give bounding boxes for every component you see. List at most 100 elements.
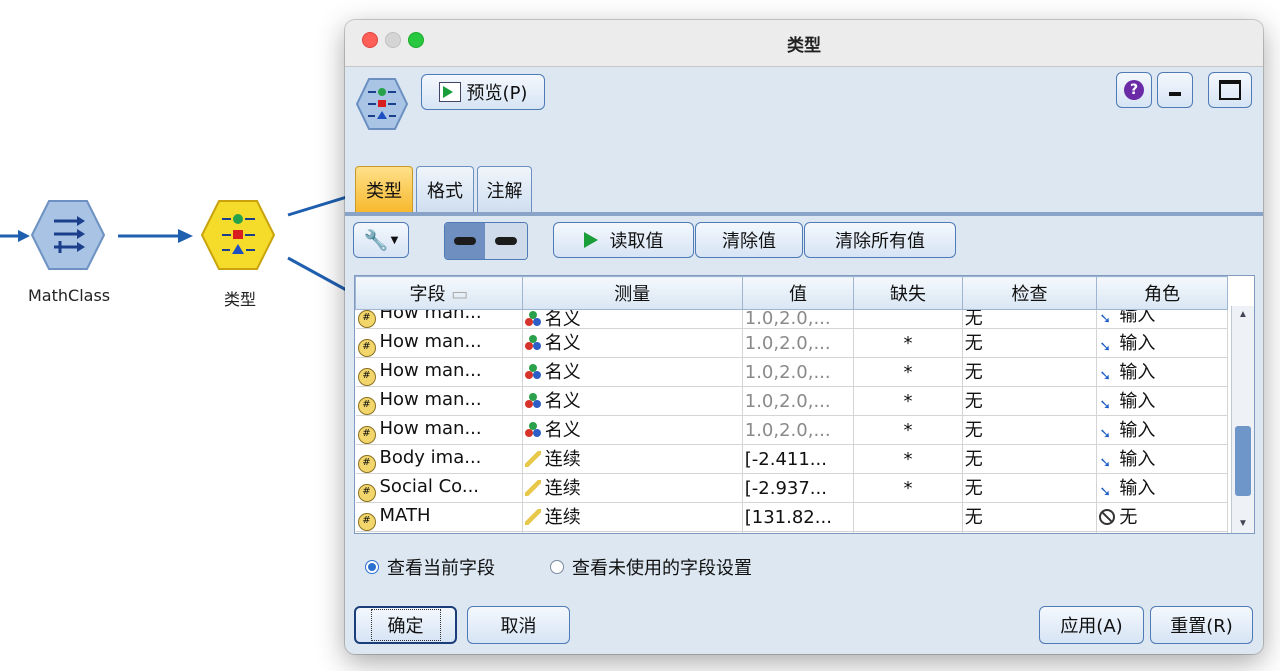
cell-missing[interactable]: * xyxy=(853,444,963,474)
nominal-measure-icon xyxy=(524,334,541,351)
cell-check[interactable]: 无 xyxy=(962,473,1098,503)
table-row[interactable]: # MATH 连续 [131.82... 无无 xyxy=(355,502,1228,532)
cell-values[interactable]: [-2.937... xyxy=(742,473,855,503)
cell-values[interactable]: [-2.411... xyxy=(742,444,855,474)
cell-field[interactable]: AMathClass xyxy=(355,531,523,533)
clear-values-button[interactable]: 清除值 xyxy=(695,222,803,258)
clear-values-label: 清除值 xyxy=(722,231,776,252)
cell-values[interactable]: 1.0,2.0,... xyxy=(742,386,855,416)
clear-all-values-button[interactable]: 清除所有值 xyxy=(804,222,956,258)
cell-check[interactable]: 无 xyxy=(962,309,1098,329)
cell-check[interactable]: 无 xyxy=(962,415,1098,445)
help-button[interactable]: ? xyxy=(1116,72,1152,108)
cell-measure[interactable]: 名义 xyxy=(522,357,743,387)
cell-values[interactable]: 1.0,2.0,... xyxy=(742,357,855,387)
cell-measure[interactable]: 名义 xyxy=(522,328,743,358)
cell-role[interactable]: ➘ 输入 xyxy=(1096,328,1228,358)
apply-button[interactable]: 应用(A) xyxy=(1039,606,1144,644)
table-row[interactable]: # How man... 名义 1.0,2.0,... 无 ➘ 输入 xyxy=(355,309,1228,329)
mathclass-node[interactable] xyxy=(30,197,106,273)
table-row[interactable]: # How man... 名义 1.0,2.0,... * 无 ➘ 输入 xyxy=(355,415,1228,445)
cell-role[interactable]: ➘ 输入 xyxy=(1096,444,1228,474)
cell-field[interactable]: # MATH xyxy=(355,502,523,532)
scroll-down-icon[interactable]: ▼ xyxy=(1232,515,1254,533)
view-current-fields-option[interactable]: 查看当前字段 xyxy=(365,554,495,580)
table-row[interactable]: # Body ima... 连续 [-2.411... * 无 ➘ 输入 xyxy=(355,444,1228,474)
cell-missing[interactable] xyxy=(853,531,963,533)
tab-type[interactable]: 类型 xyxy=(355,166,413,212)
multi-view-toggle[interactable] xyxy=(485,223,527,259)
maximize-button[interactable] xyxy=(1208,72,1252,108)
col-header-field[interactable]: 字段 ▭ xyxy=(355,276,523,310)
table-row[interactable]: # How man... 名义 1.0,2.0,... * 无 ➘ 输入 xyxy=(355,386,1228,416)
cell-values[interactable]: 1.0,2.0,... xyxy=(742,328,855,358)
cell-values[interactable]: 1.0,2.0,... xyxy=(742,309,855,329)
tab-format[interactable]: 格式 xyxy=(416,166,474,212)
cell-text: 名义 xyxy=(544,332,581,354)
cell-role[interactable]: ➘ 输入 xyxy=(1096,415,1228,445)
apply-label: 应用(A) xyxy=(1060,616,1123,637)
cell-role[interactable]: ➘ 输入 xyxy=(1096,386,1228,416)
col-header-missing[interactable]: 缺失 xyxy=(853,276,963,310)
cell-field[interactable]: # How man... xyxy=(355,415,523,445)
cell-measure[interactable]: 连续 xyxy=(522,444,743,474)
cell-field[interactable]: # How man... xyxy=(355,386,523,416)
cell-measure[interactable]: 标记 xyxy=(522,531,743,533)
cell-missing[interactable]: * xyxy=(853,473,963,503)
col-header-role[interactable]: 角色 xyxy=(1096,276,1228,310)
cell-field[interactable]: # Social Co... xyxy=(355,473,523,503)
cell-measure[interactable]: 名义 xyxy=(522,309,743,329)
cell-role[interactable]: ➘ 输入 xyxy=(1096,357,1228,387)
cell-field[interactable]: # How man... xyxy=(355,309,523,329)
cell-missing[interactable] xyxy=(853,309,963,329)
tab-annotations[interactable]: 注解 xyxy=(477,166,532,212)
cell-missing[interactable]: * xyxy=(853,415,963,445)
cell-text: 1.0,2.0,... xyxy=(744,419,831,441)
table-row[interactable]: # Social Co... 连续 [-2.937... * 无 ➘ 输入 xyxy=(355,473,1228,503)
ok-button[interactable]: 确定 xyxy=(354,606,457,644)
type-node[interactable] xyxy=(200,197,276,273)
tools-menu-button[interactable]: 🔧 ▼ xyxy=(353,222,409,258)
cell-measure[interactable]: 连续 xyxy=(522,473,743,503)
scroll-thumb[interactable] xyxy=(1235,426,1251,496)
table-scrollbar[interactable]: ▲ ▼ xyxy=(1231,306,1254,533)
cell-role[interactable]: ➘ 输入 xyxy=(1096,309,1228,329)
preview-button[interactable]: 预览(P) xyxy=(421,74,545,110)
cell-values[interactable]: 1.0,2.0,... xyxy=(742,415,855,445)
cell-check[interactable]: 无 xyxy=(962,444,1098,474)
cell-missing[interactable]: * xyxy=(853,328,963,358)
cell-check[interactable]: 无 xyxy=(962,386,1098,416)
cell-values[interactable]: 高/低 xyxy=(742,531,855,533)
cell-check[interactable]: 无 xyxy=(962,328,1098,358)
cell-text: 输入 xyxy=(1119,332,1156,354)
cell-missing[interactable]: * xyxy=(853,386,963,416)
scroll-up-icon[interactable]: ▲ xyxy=(1232,306,1254,324)
col-header-measure[interactable]: 测量 xyxy=(521,276,743,310)
cell-missing[interactable] xyxy=(853,502,963,532)
cancel-button[interactable]: 取消 xyxy=(467,606,570,644)
table-row[interactable]: # How man... 名义 1.0,2.0,... * 无 ➘ 输入 xyxy=(355,328,1228,358)
cell-check[interactable]: 无 xyxy=(962,357,1098,387)
cell-missing[interactable]: * xyxy=(853,357,963,387)
cell-check[interactable]: 无 xyxy=(962,531,1098,533)
view-unused-fields-option[interactable]: 查看未使用的字段设置 xyxy=(550,554,752,580)
cell-check[interactable]: 无 xyxy=(962,502,1098,532)
cell-role[interactable]: 目标 xyxy=(1096,531,1228,533)
cell-field[interactable]: # How man... xyxy=(355,328,523,358)
cell-field[interactable]: # Body ima... xyxy=(355,444,523,474)
reset-button[interactable]: 重置(R) xyxy=(1150,606,1253,644)
cell-values[interactable]: [131.82... xyxy=(742,502,855,532)
col-header-values[interactable]: 值 xyxy=(741,276,855,310)
table-row[interactable]: # How man... 名义 1.0,2.0,... * 无 ➘ 输入 xyxy=(355,357,1228,387)
read-values-button[interactable]: 读取值 xyxy=(553,222,694,258)
cell-role[interactable]: 无 xyxy=(1096,502,1228,532)
cell-measure[interactable]: 名义 xyxy=(522,386,743,416)
cell-measure[interactable]: 名义 xyxy=(522,415,743,445)
table-row[interactable]: AMathClass标记高/低 无目标 xyxy=(355,531,1228,533)
collapse-button[interactable] xyxy=(1157,72,1193,108)
cell-role[interactable]: ➘ 输入 xyxy=(1096,473,1228,503)
cell-field[interactable]: # How man... xyxy=(355,357,523,387)
col-header-check[interactable]: 检查 xyxy=(961,276,1098,310)
cell-measure[interactable]: 连续 xyxy=(522,502,743,532)
single-view-toggle[interactable] xyxy=(445,223,485,259)
